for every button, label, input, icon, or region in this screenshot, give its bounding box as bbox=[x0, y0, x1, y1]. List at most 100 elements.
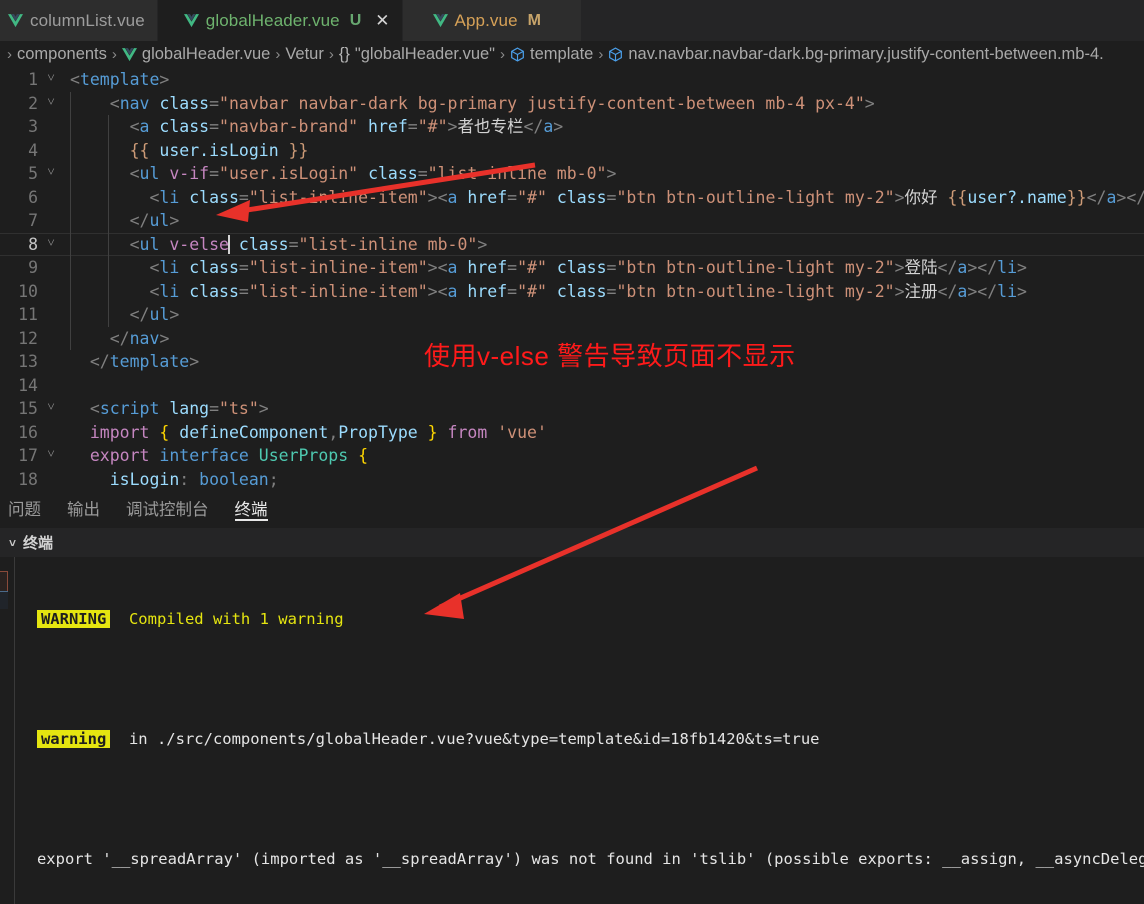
breadcrumb-label: nav.navbar.navbar-dark.bg-primary.justif… bbox=[628, 45, 1104, 63]
code-content: isLogin: boolean; bbox=[109, 469, 279, 489]
chevron-down-icon[interactable]: ˅ bbox=[9, 537, 16, 549]
panel-tab-label: 调试控制台 bbox=[126, 501, 209, 519]
breadcrumb-separator: › bbox=[598, 46, 604, 63]
line-number: 3 bbox=[28, 117, 38, 136]
line-number: 4 bbox=[28, 140, 38, 160]
code-line: 5 ˅ <ul v-if="user.isLogin" class="list-… bbox=[0, 162, 1144, 186]
code-line: 14 bbox=[0, 374, 1144, 398]
panel-tab-label: 输出 bbox=[67, 501, 100, 519]
code-line: 2 ˅ <nav class="navbar navbar-dark bg-pr… bbox=[0, 91, 1144, 115]
terminal-line: warning in ./src/components/globalHeader… bbox=[36, 729, 1144, 749]
breadcrumb-item-components[interactable]: components bbox=[17, 45, 107, 64]
code-line: 6 <li class="list-inline-item"><a href="… bbox=[0, 185, 1144, 209]
code-content: <a class="navbar-brand" href="#">者也专栏</a… bbox=[64, 115, 563, 139]
fold-chevron-icon[interactable]: ˅ bbox=[38, 401, 64, 414]
editor-tab-bar: columnList.vue globalHeader.vue U ✕ App.… bbox=[0, 0, 1144, 41]
panel-tab-bar: 问题 输出 调试控制台 终端 bbox=[0, 489, 1144, 528]
code-content: <li class="list-inline-item"><a href="#"… bbox=[64, 185, 1144, 209]
line-number: 15 bbox=[18, 399, 38, 418]
tab-status-badge: M bbox=[527, 11, 541, 29]
line-number: 6 bbox=[28, 187, 38, 207]
code-content: import { defineComponent,PropType } from… bbox=[89, 422, 547, 442]
terminal-text: Compiled with 1 warning bbox=[128, 610, 344, 628]
code-line: 1 ˅ <template> bbox=[0, 68, 1144, 92]
fold-chevron-icon[interactable]: ˅ bbox=[38, 96, 64, 109]
line-number: 1 bbox=[28, 70, 38, 89]
terminal-output: WARNING Compiled with 1 warning warning … bbox=[15, 557, 1144, 904]
terminal-text: in ./src/components/globalHeader.vue?vue… bbox=[128, 730, 820, 748]
vue-icon bbox=[121, 47, 137, 61]
breadcrumb-item-nav-element[interactable]: nav.navbar.navbar-dark.bg-primary.justif… bbox=[608, 45, 1104, 64]
code-line: 18 isLogin: boolean; bbox=[0, 468, 1144, 490]
breadcrumb-item-globalHeader[interactable]: globalHeader.vue bbox=[121, 45, 271, 64]
fold-chevron-icon[interactable]: ˅ bbox=[38, 237, 64, 250]
breadcrumb: › components › globalHeader.vue › Vetur … bbox=[0, 41, 1144, 68]
braces-icon: {} bbox=[338, 45, 350, 63]
tab-globalHeader-vue[interactable]: globalHeader.vue U ✕ bbox=[157, 0, 403, 41]
line-number: 13 bbox=[18, 352, 38, 371]
code-line: 16 import { defineComponent,PropType } f… bbox=[0, 421, 1144, 445]
code-content: <ul v-else class="list-inline mb-0"> bbox=[64, 232, 487, 256]
panel-tab-debug-console[interactable]: 调试控制台 bbox=[126, 489, 209, 528]
breadcrumb-item-template[interactable]: template bbox=[510, 45, 593, 64]
code-content: <nav class="navbar navbar-dark bg-primar… bbox=[64, 91, 875, 115]
code-editor[interactable]: 1 ˅ <template> 2 ˅ <nav class="navbar na… bbox=[0, 68, 1144, 489]
fold-chevron-icon[interactable]: ˅ bbox=[38, 72, 64, 85]
breadcrumb-label: globalHeader.vue bbox=[141, 45, 271, 63]
terminal-line: WARNING Compiled with 1 warning bbox=[36, 609, 1144, 629]
line-number: 9 bbox=[28, 258, 38, 277]
line-number: 12 bbox=[18, 328, 38, 348]
panel-tab-label: 问题 bbox=[8, 501, 41, 519]
breadcrumb-separator: › bbox=[7, 46, 12, 63]
code-content: {{ user.isLogin }} bbox=[64, 138, 308, 162]
cube-icon bbox=[609, 47, 623, 62]
vscode-window: columnList.vue globalHeader.vue U ✕ App.… bbox=[0, 0, 1144, 904]
panel-tab-terminal[interactable]: 终端 bbox=[234, 489, 268, 528]
line-number: 11 bbox=[18, 305, 38, 324]
terminal-header-label: 终端 bbox=[23, 535, 54, 552]
cube-icon bbox=[511, 47, 524, 62]
code-line: 17 ˅ export interface UserProps { bbox=[0, 444, 1144, 468]
warning-badge: WARNING bbox=[36, 610, 111, 628]
code-line: 9 <li class="list-inline-item"><a href="… bbox=[0, 256, 1144, 280]
warning-badge-small: warning bbox=[36, 730, 111, 748]
code-line-active: 8 ˅ <ul v-else class="list-inline mb-0"> bbox=[0, 232, 1144, 256]
annotation-text-v-else: 使用v-else 警告导致页面不显示 bbox=[424, 341, 796, 371]
fold-chevron-icon[interactable]: ˅ bbox=[38, 448, 64, 461]
line-number: 16 bbox=[18, 422, 38, 442]
terminal-text: export '__spreadArray' (imported as '__s… bbox=[36, 850, 1144, 868]
tab-columnList-vue[interactable]: columnList.vue bbox=[0, 0, 158, 41]
code-content: </ul> bbox=[64, 209, 179, 233]
code-content: <li class="list-inline-item"><a href="#"… bbox=[64, 279, 1027, 303]
panel-tab-problems[interactable]: 问题 bbox=[8, 489, 41, 528]
code-line: 10 <li class="list-inline-item"><a href=… bbox=[0, 279, 1144, 303]
code-content: <template> bbox=[70, 70, 170, 89]
line-number: 7 bbox=[28, 211, 38, 230]
breadcrumb-separator: › bbox=[328, 46, 334, 63]
line-number: 17 bbox=[18, 446, 38, 465]
tab-label: App.vue bbox=[454, 10, 518, 30]
terminal-overview-rail bbox=[0, 557, 14, 904]
code-line: 15 ˅ <script lang="ts"> bbox=[0, 397, 1144, 421]
line-number: 18 bbox=[18, 469, 38, 489]
bottom-panel: 问题 输出 调试控制台 终端 ˅ 终端 WARNING Compiled wit… bbox=[0, 489, 1144, 904]
terminal-rail-marker bbox=[0, 571, 8, 609]
tab-App-vue[interactable]: App.vue M bbox=[402, 0, 582, 41]
fold-chevron-icon[interactable]: ˅ bbox=[38, 166, 64, 179]
code-line: 11 </ul> bbox=[0, 303, 1144, 327]
terminal-body[interactable]: WARNING Compiled with 1 warning warning … bbox=[0, 557, 1144, 904]
panel-tab-output[interactable]: 输出 bbox=[67, 489, 100, 528]
close-icon[interactable]: ✕ bbox=[375, 12, 389, 29]
code-content: </template> bbox=[89, 352, 200, 371]
breadcrumb-separator: › bbox=[111, 46, 117, 63]
breadcrumb-item-file-symbol[interactable]: {} "globalHeader.vue" bbox=[339, 45, 495, 64]
code-line: 4 {{ user.isLogin }} bbox=[0, 138, 1144, 162]
breadcrumb-item-vetur[interactable]: Vetur bbox=[285, 45, 324, 64]
code-line: 3 <a class="navbar-brand" href="#">者也专栏<… bbox=[0, 115, 1144, 139]
breadcrumb-label: "globalHeader.vue" bbox=[354, 45, 496, 63]
code-content: </ul> bbox=[64, 303, 179, 327]
code-line: 7 </ul> bbox=[0, 209, 1144, 233]
terminal-section-header[interactable]: ˅ 终端 bbox=[0, 528, 1144, 557]
code-content: <script lang="ts"> bbox=[89, 399, 269, 418]
